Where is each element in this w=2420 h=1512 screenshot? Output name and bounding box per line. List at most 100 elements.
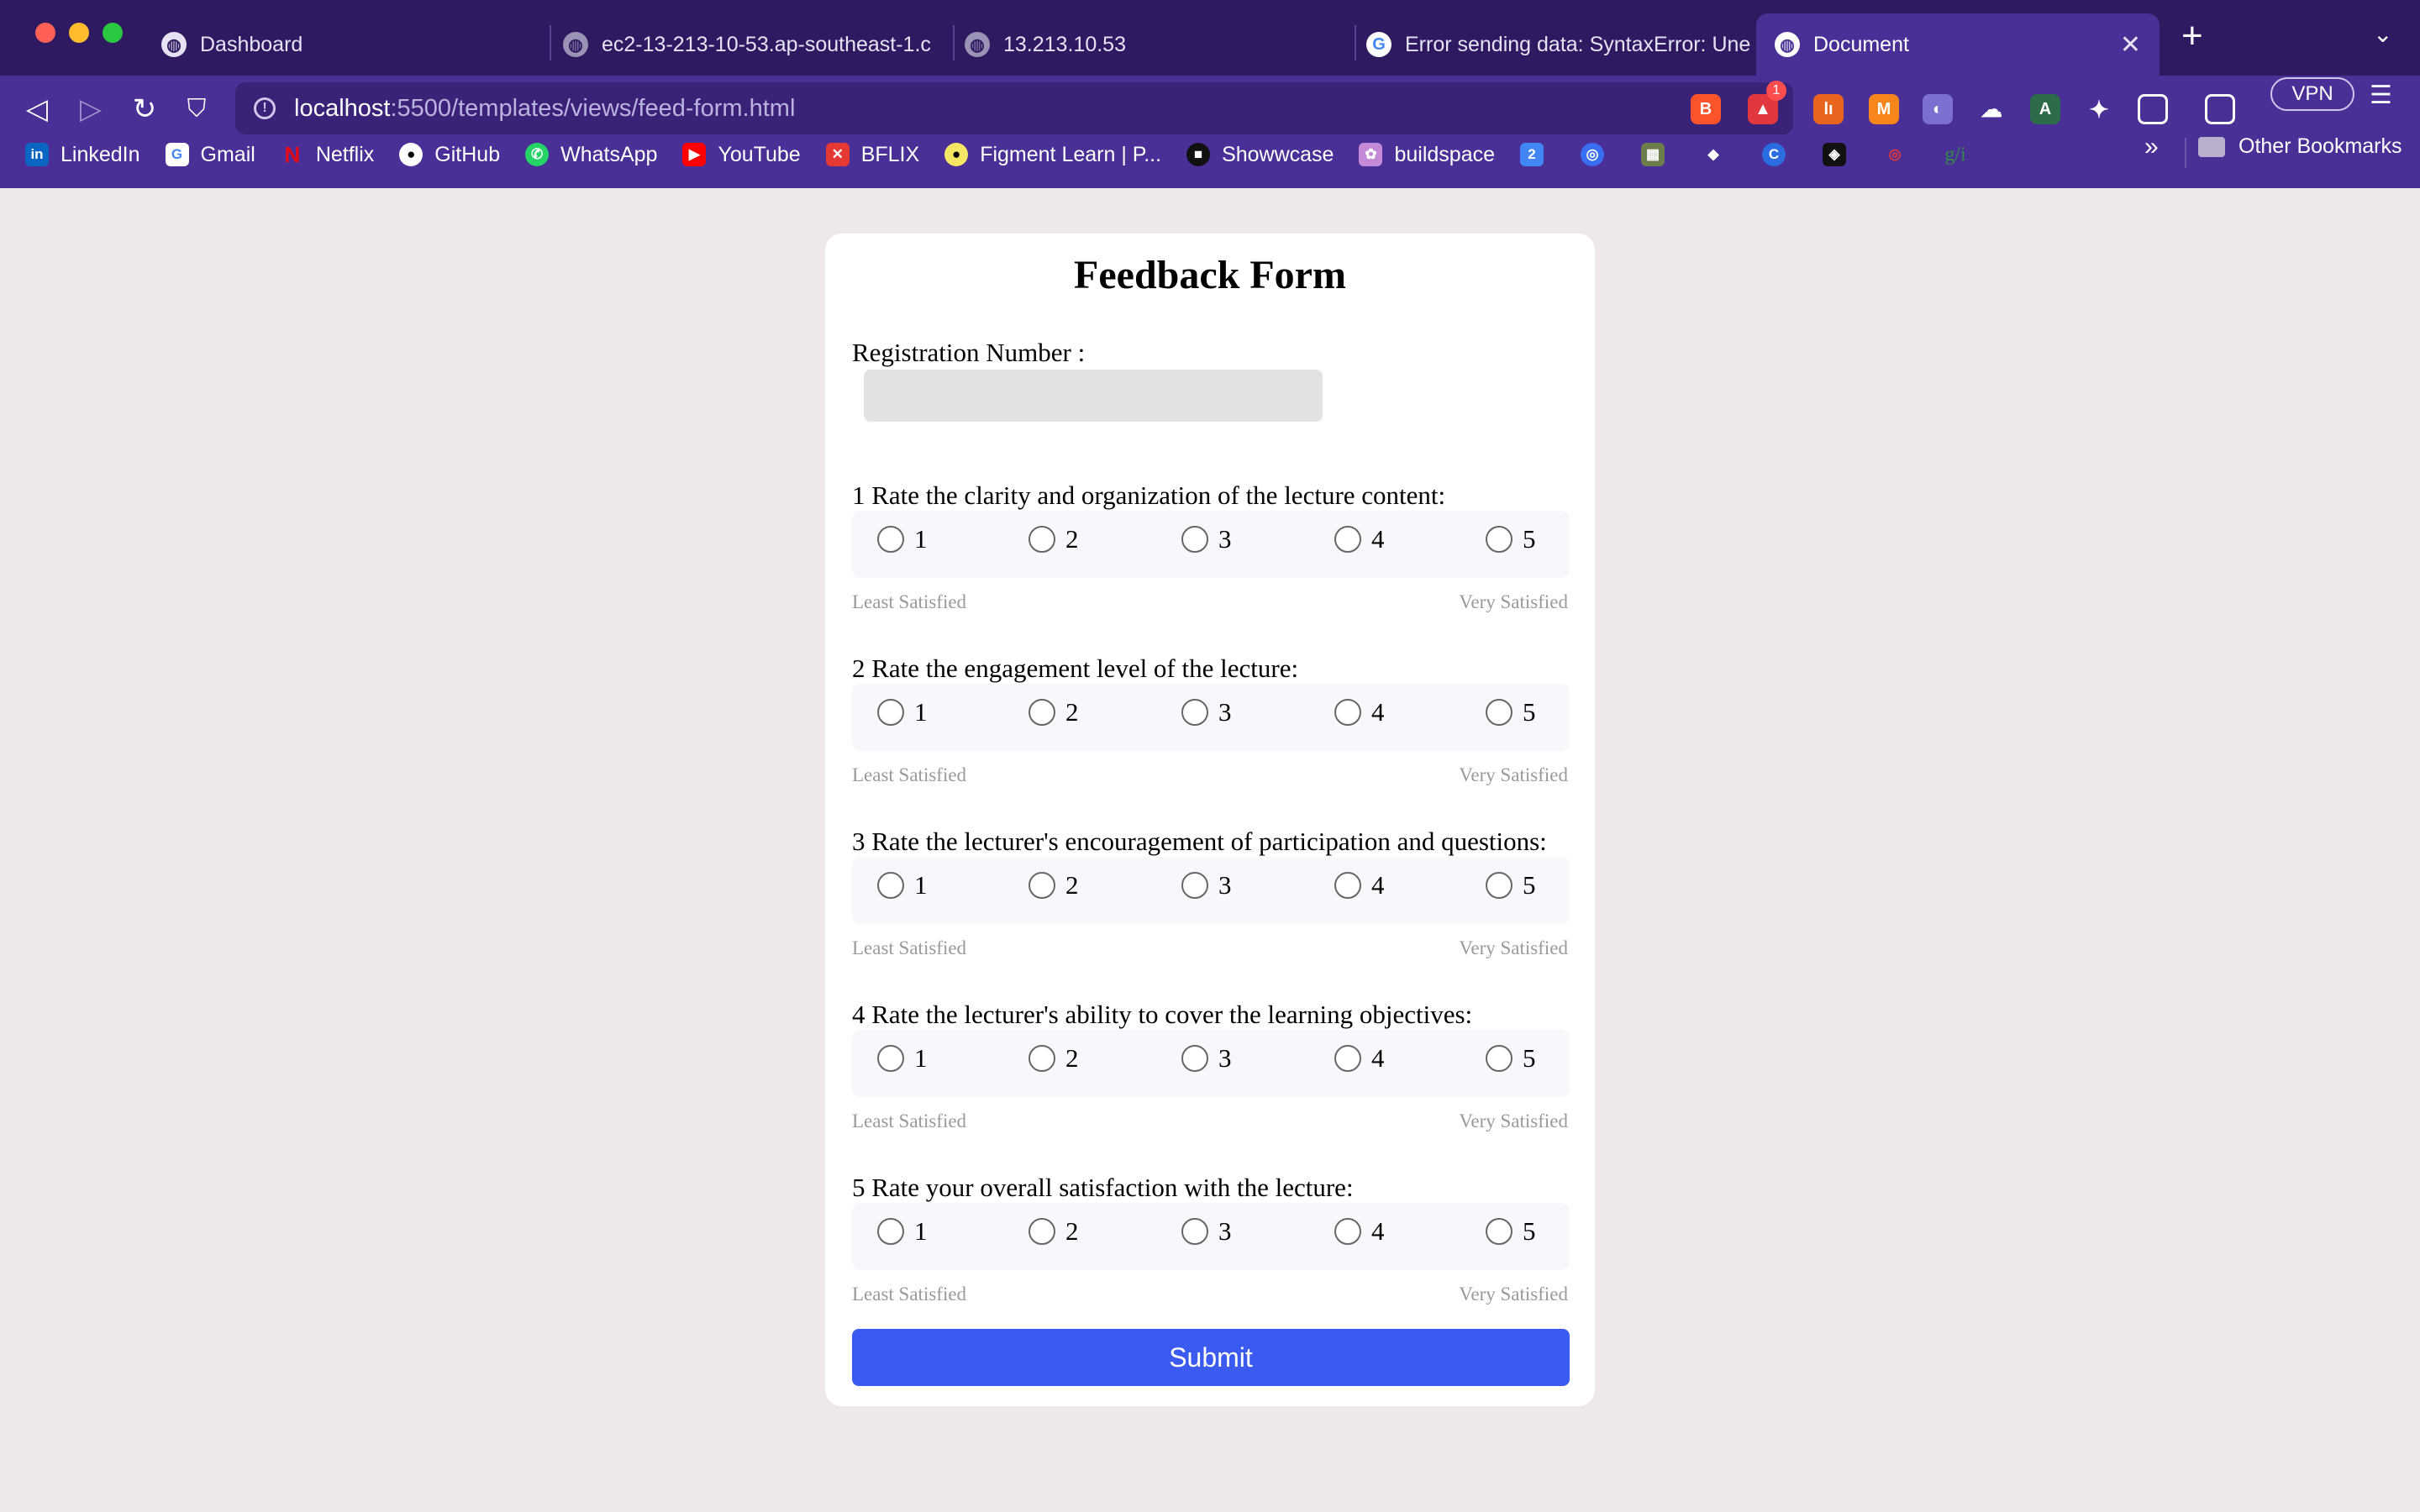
- rating-option-4[interactable]: 4: [1334, 1216, 1385, 1247]
- radio-button[interactable]: [1334, 872, 1361, 899]
- bookmark-bflix[interactable]: ✕ BFLIX: [825, 143, 919, 167]
- close-window-button[interactable]: [35, 23, 55, 43]
- rating-option-3[interactable]: 3: [1181, 697, 1232, 727]
- bookmark-codechef[interactable]: C: [1762, 143, 1797, 166]
- radio-button[interactable]: [1028, 872, 1055, 899]
- bookmark-github[interactable]: ● GitHub: [399, 143, 500, 167]
- rating-option-2[interactable]: 2: [1028, 870, 1079, 900]
- extension-icon-orange[interactable]: lı: [1813, 94, 1844, 124]
- bookmark-dark[interactable]: ◈: [1823, 143, 1858, 166]
- tab-error[interactable]: G Error sending data: SyntaxError: Une: [1366, 13, 1751, 76]
- new-tab-button[interactable]: +: [2181, 15, 2203, 57]
- registration-number-input[interactable]: [864, 370, 1323, 422]
- radio-button[interactable]: [1486, 872, 1512, 899]
- vpn-button[interactable]: VPN: [2270, 77, 2354, 111]
- bookmark-linkedin[interactable]: in LinkedIn: [25, 143, 140, 167]
- radio-button[interactable]: [1486, 526, 1512, 553]
- puzzle-icon[interactable]: ✦: [2084, 94, 2114, 124]
- bookmark-netflix[interactable]: N Netflix: [281, 142, 374, 167]
- radio-button[interactable]: [1486, 1045, 1512, 1072]
- chevron-down-icon[interactable]: ⌄: [2373, 20, 2392, 48]
- other-bookmarks[interactable]: Other Bookmarks: [2198, 134, 2402, 159]
- rating-option-2[interactable]: 2: [1028, 697, 1079, 727]
- rating-option-4[interactable]: 4: [1334, 524, 1385, 554]
- radio-button[interactable]: [1028, 526, 1055, 553]
- rating-option-5[interactable]: 5: [1486, 1043, 1536, 1074]
- radio-button[interactable]: [1181, 699, 1208, 726]
- rating-option-1[interactable]: 1: [877, 524, 928, 554]
- tab-document[interactable]: ◍ Document ✕: [1756, 13, 2160, 76]
- rating-option-3[interactable]: 3: [1181, 1216, 1232, 1247]
- metamask-icon[interactable]: M: [1869, 94, 1899, 124]
- radio-button[interactable]: [1181, 526, 1208, 553]
- bookmark-showwcase[interactable]: ■ Showwcase: [1186, 143, 1334, 167]
- reload-button[interactable]: ↻: [124, 89, 165, 129]
- bookmark-red[interactable]: ◎: [1883, 143, 1918, 166]
- bookmark-messenger[interactable]: ◎: [1581, 143, 1616, 166]
- radio-button[interactable]: [1028, 1218, 1055, 1245]
- radio-button[interactable]: [877, 526, 904, 553]
- rating-option-4[interactable]: 4: [1334, 697, 1385, 727]
- radio-button[interactable]: [877, 872, 904, 899]
- rating-option-1[interactable]: 1: [877, 1043, 928, 1074]
- bookmark-gfg[interactable]: g/i: [1944, 143, 1979, 166]
- bookmark-whatsapp[interactable]: ✆ WhatsApp: [525, 143, 657, 167]
- menu-icon[interactable]: ☰: [2370, 81, 2392, 110]
- bookmark-youtube[interactable]: ▶ YouTube: [682, 143, 801, 167]
- bookmark-buildspace[interactable]: ✿ buildspace: [1359, 143, 1495, 167]
- brave-shields-icon[interactable]: B: [1691, 94, 1721, 124]
- wallet-icon[interactable]: [2205, 94, 2235, 124]
- back-button[interactable]: ◁: [17, 89, 57, 129]
- rating-option-5[interactable]: 5: [1486, 697, 1536, 727]
- radio-button[interactable]: [1334, 699, 1361, 726]
- radio-button[interactable]: [877, 1218, 904, 1245]
- radio-button[interactable]: [877, 699, 904, 726]
- rating-option-3[interactable]: 3: [1181, 870, 1232, 900]
- sidebar-toggle-icon[interactable]: [2138, 94, 2168, 124]
- tab-ip[interactable]: ◍ 13.213.10.53: [965, 13, 1334, 76]
- more-bookmarks-icon[interactable]: »: [2144, 133, 2159, 161]
- radio-button[interactable]: [877, 1045, 904, 1072]
- bookmark-gmail[interactable]: G Gmail: [165, 143, 255, 167]
- cloud-icon[interactable]: ☁: [1976, 94, 2007, 124]
- rating-option-5[interactable]: 5: [1486, 524, 1536, 554]
- bookmark-icon[interactable]: ⛉: [176, 89, 217, 129]
- radio-button[interactable]: [1334, 1045, 1361, 1072]
- minimize-window-button[interactable]: [69, 23, 89, 43]
- close-tab-icon[interactable]: ✕: [2120, 30, 2141, 60]
- radio-button[interactable]: [1028, 1045, 1055, 1072]
- submit-button[interactable]: Submit: [852, 1329, 1570, 1386]
- radio-button[interactable]: [1334, 526, 1361, 553]
- info-icon[interactable]: !: [254, 97, 276, 119]
- rating-option-3[interactable]: 3: [1181, 524, 1232, 554]
- rating-option-4[interactable]: 4: [1334, 1043, 1385, 1074]
- bookmark-ethereum[interactable]: ◆: [1702, 143, 1737, 166]
- radio-button[interactable]: [1181, 872, 1208, 899]
- address-bar[interactable]: ! localhost :5500/templates/views/feed-f…: [235, 82, 1793, 134]
- extension-icon-purple[interactable]: ◐: [1923, 94, 1953, 124]
- bookmark-image[interactable]: ▦: [1641, 143, 1676, 166]
- bookmark-calendar[interactable]: 2: [1520, 143, 1555, 166]
- rating-option-4[interactable]: 4: [1334, 870, 1385, 900]
- rating-option-2[interactable]: 2: [1028, 1216, 1079, 1247]
- radio-button[interactable]: [1181, 1045, 1208, 1072]
- rating-option-2[interactable]: 2: [1028, 1043, 1079, 1074]
- radio-button[interactable]: [1028, 699, 1055, 726]
- radio-button[interactable]: [1181, 1218, 1208, 1245]
- maximize-window-button[interactable]: [103, 23, 123, 43]
- rating-option-1[interactable]: 1: [877, 697, 928, 727]
- forward-button[interactable]: ▷: [71, 89, 111, 129]
- rating-option-1[interactable]: 1: [877, 1216, 928, 1247]
- tab-dashboard[interactable]: ◍ Dashboard: [161, 13, 531, 76]
- radio-button[interactable]: [1486, 1218, 1512, 1245]
- tab-ec2[interactable]: ◍ ec2-13-213-10-53.ap-southeast-1.c: [563, 13, 948, 76]
- bookmark-figment[interactable]: ● Figment Learn | P...: [944, 143, 1161, 167]
- rating-option-1[interactable]: 1: [877, 870, 928, 900]
- rating-option-3[interactable]: 3: [1181, 1043, 1232, 1074]
- radio-button[interactable]: [1486, 699, 1512, 726]
- rating-option-2[interactable]: 2: [1028, 524, 1079, 554]
- rating-option-5[interactable]: 5: [1486, 870, 1536, 900]
- extension-icon-green[interactable]: A: [2030, 94, 2060, 124]
- radio-button[interactable]: [1334, 1218, 1361, 1245]
- rating-option-5[interactable]: 5: [1486, 1216, 1536, 1247]
